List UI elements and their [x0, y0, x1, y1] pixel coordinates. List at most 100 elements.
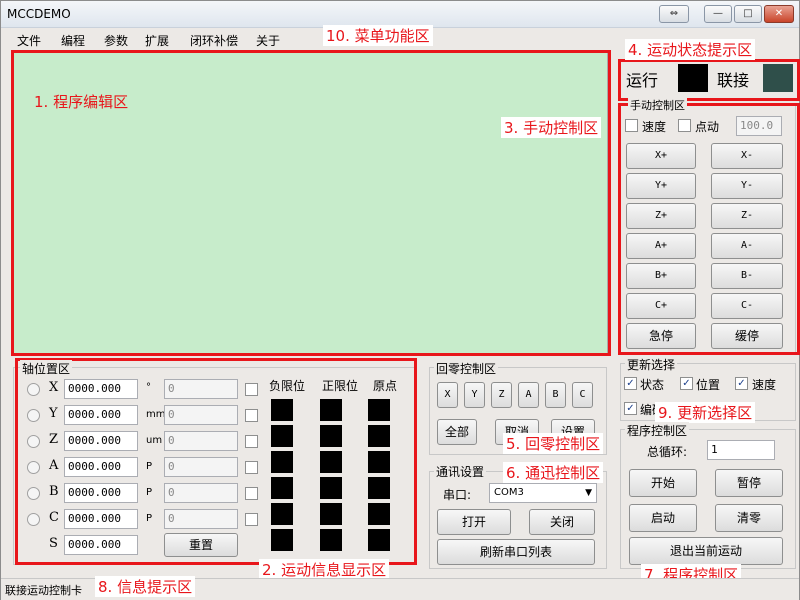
axis-x-checkbox[interactable] — [245, 383, 258, 396]
homing-area-annotation: 5. 回零控制区 — [503, 433, 604, 454]
axis-a-set[interactable]: 0 — [164, 457, 238, 477]
pos-limit-header: 正限位 — [322, 379, 359, 393]
axis-y-checkbox[interactable] — [245, 409, 258, 422]
homing-title: 回零控制区 — [434, 360, 499, 377]
neg-limit-a — [271, 477, 293, 499]
a-minus-button[interactable]: A- — [711, 233, 783, 259]
axis-z-radio[interactable] — [27, 435, 40, 448]
update-code-checkbox[interactable]: ✓ — [624, 402, 637, 415]
axis-x-set[interactable]: 0 — [164, 379, 238, 399]
menu-file[interactable]: 文件 — [17, 32, 41, 49]
axis-a-label: A — [49, 458, 59, 473]
y-minus-button[interactable]: Y- — [711, 173, 783, 199]
menu-params[interactable]: 参数 — [104, 32, 128, 49]
x-minus-button[interactable]: X- — [711, 143, 783, 169]
update-status-checkbox[interactable]: ✓ — [624, 377, 637, 390]
maximize-button[interactable]: □ — [734, 5, 762, 23]
program-start-button[interactable]: 开始 — [629, 469, 697, 497]
neg-limit-c — [271, 529, 293, 551]
b-minus-button[interactable]: B- — [711, 263, 783, 289]
axis-a-checkbox[interactable] — [245, 461, 258, 474]
axis-s-position: 0000.000 — [64, 535, 138, 555]
slow-stop-button[interactable]: 缓停 — [711, 323, 783, 349]
axis-y-radio[interactable] — [27, 409, 40, 422]
a-plus-button[interactable]: A+ — [626, 233, 696, 259]
status-message: 联接运动控制卡 — [5, 584, 82, 597]
axis-y-unit: mm — [146, 409, 166, 420]
port-open-button[interactable]: 打开 — [437, 509, 511, 535]
update-position-label: 位置 — [696, 378, 721, 392]
emergency-stop-button[interactable]: 急停 — [626, 323, 696, 349]
manual-area-annotation: 3. 手动控制区 — [501, 117, 602, 138]
port-close-button[interactable]: 关闭 — [529, 509, 595, 535]
axis-y-set[interactable]: 0 — [164, 405, 238, 425]
origin-y — [368, 425, 390, 447]
loop-input[interactable]: 1 — [707, 440, 775, 460]
axis-a-position: 0000.000 — [64, 457, 138, 477]
restore-button[interactable]: ⇔ — [659, 5, 689, 23]
menu-program[interactable]: 编程 — [61, 32, 85, 49]
port-value: COM3 — [494, 487, 524, 498]
menu-area-annotation: 10. 菜单功能区 — [323, 25, 433, 46]
origin-x — [368, 399, 390, 421]
program-pause-button[interactable]: 暂停 — [715, 469, 783, 497]
pos-limit-b — [320, 503, 342, 525]
origin-b — [368, 503, 390, 525]
app-window: MCCDEMO ⇔ — □ ✕ 文件 编程 参数 扩展 闭环补偿 关于 10. … — [0, 0, 800, 600]
run-indicator — [678, 64, 708, 92]
axis-a-radio[interactable] — [27, 461, 40, 474]
status-area-annotation: 4. 运动状态提示区 — [625, 39, 756, 60]
home-z-button[interactable]: Z — [491, 382, 512, 408]
minimize-button[interactable]: — — [704, 5, 732, 23]
refresh-ports-button[interactable]: 刷新串口列表 — [437, 539, 595, 565]
home-all-button[interactable]: 全部 — [437, 419, 477, 445]
menu-closed-loop[interactable]: 闭环补偿 — [190, 32, 238, 49]
axis-b-checkbox[interactable] — [245, 487, 258, 500]
menu-extend[interactable]: 扩展 — [145, 32, 169, 49]
editor-area-annotation: 1. 程序编辑区 — [31, 91, 132, 112]
update-speed-checkbox[interactable]: ✓ — [735, 377, 748, 390]
home-y-button[interactable]: Y — [464, 382, 485, 408]
x-plus-button[interactable]: X+ — [626, 143, 696, 169]
motion-info-annotation: 2. 运动信息显示区 — [259, 559, 390, 580]
c-plus-button[interactable]: C+ — [626, 293, 696, 319]
manual-speed-checkbox[interactable] — [625, 119, 638, 132]
axis-reset-button[interactable]: 重置 — [164, 533, 238, 557]
axis-b-radio[interactable] — [27, 487, 40, 500]
exit-motion-button[interactable]: 退出当前运动 — [629, 537, 783, 565]
origin-z — [368, 451, 390, 473]
pos-limit-y — [320, 425, 342, 447]
manual-jog-checkbox[interactable] — [678, 119, 691, 132]
axis-x-position: 0000.000 — [64, 379, 138, 399]
neg-limit-header: 负限位 — [269, 379, 306, 393]
info-area-annotation: 8. 信息提示区 — [95, 576, 196, 597]
axis-x-radio[interactable] — [27, 383, 40, 396]
axis-a-unit: P — [146, 461, 153, 472]
c-minus-button[interactable]: C- — [711, 293, 783, 319]
close-button[interactable]: ✕ — [764, 5, 794, 23]
axis-z-unit: um — [146, 435, 163, 446]
port-select[interactable]: COM3 ▼ — [489, 483, 597, 503]
update-position-checkbox[interactable]: ✓ — [680, 377, 693, 390]
update-title: 更新选择 — [625, 356, 678, 373]
home-c-button[interactable]: C — [572, 382, 593, 408]
b-plus-button[interactable]: B+ — [626, 263, 696, 289]
pos-limit-c — [320, 529, 342, 551]
program-launch-button[interactable]: 启动 — [629, 504, 697, 532]
home-a-button[interactable]: A — [518, 382, 539, 408]
axis-z-set[interactable]: 0 — [164, 431, 238, 451]
menu-about[interactable]: 关于 — [256, 32, 280, 49]
axis-b-set[interactable]: 0 — [164, 483, 238, 503]
axis-z-checkbox[interactable] — [245, 435, 258, 448]
axis-c-set[interactable]: 0 — [164, 509, 238, 529]
home-b-button[interactable]: B — [545, 382, 566, 408]
program-clear-button[interactable]: 清零 — [715, 504, 783, 532]
manual-speed-input[interactable]: 100.0 — [736, 116, 782, 136]
axis-c-checkbox[interactable] — [245, 513, 258, 526]
update-status-label: 状态 — [640, 378, 665, 392]
axis-c-radio[interactable] — [27, 513, 40, 526]
y-plus-button[interactable]: Y+ — [626, 173, 696, 199]
home-x-button[interactable]: X — [437, 382, 458, 408]
z-plus-button[interactable]: Z+ — [626, 203, 696, 229]
z-minus-button[interactable]: Z- — [711, 203, 783, 229]
